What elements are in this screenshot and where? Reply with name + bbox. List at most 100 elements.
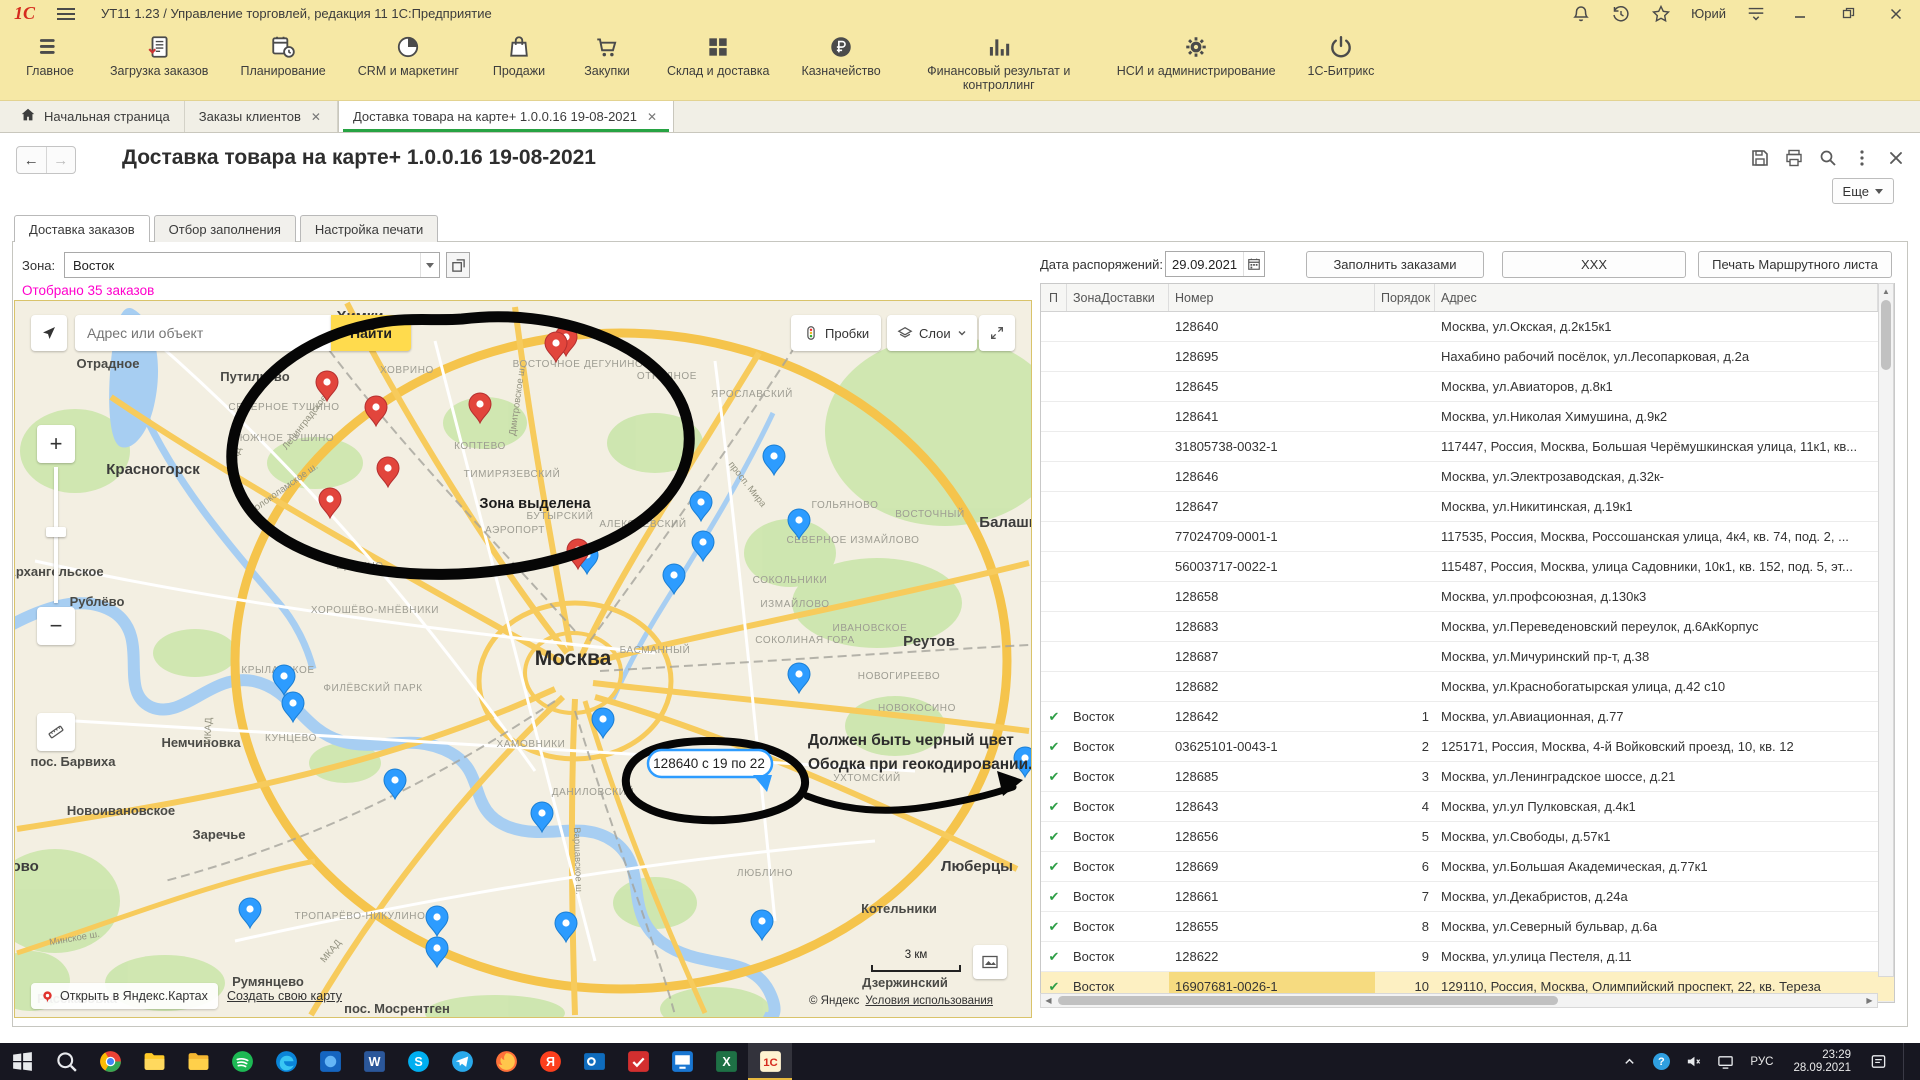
horizontal-scrollbar[interactable]: ◀ ▶ bbox=[1040, 993, 1878, 1008]
zone-open-button[interactable] bbox=[446, 252, 470, 278]
yandex-icon[interactable]: Я bbox=[528, 1043, 572, 1080]
chrome-icon[interactable] bbox=[88, 1043, 132, 1080]
ribbon-item-pie[interactable]: CRM и маркетинг bbox=[342, 27, 475, 80]
scroll-right-icon[interactable]: ▶ bbox=[1862, 996, 1877, 1005]
ribbon-item-chart[interactable]: Финансовый результат и контроллинг bbox=[897, 27, 1101, 94]
panorama-icon[interactable] bbox=[973, 945, 1007, 979]
column-header[interactable]: Порядок bbox=[1375, 284, 1435, 311]
word-icon[interactable]: W bbox=[352, 1043, 396, 1080]
map-search-input[interactable] bbox=[75, 325, 331, 341]
notifications-bell-icon[interactable] bbox=[1571, 4, 1591, 24]
ribbon-item-boxes[interactable]: Склад и доставка bbox=[651, 27, 785, 80]
table-row[interactable]: ✔Восток1286696Москва, ул.Большая Академи… bbox=[1041, 852, 1894, 882]
zoom-slider-handle[interactable] bbox=[46, 527, 66, 537]
form-tab[interactable]: Настройка печати bbox=[300, 215, 438, 242]
table-row[interactable]: ✔Восток1286558Москва, ул.Северный бульва… bbox=[1041, 912, 1894, 942]
edge-icon[interactable] bbox=[264, 1043, 308, 1080]
search-form-icon[interactable] bbox=[1818, 148, 1838, 168]
ribbon-item-power[interactable]: 1С-Битрикс bbox=[1292, 27, 1391, 80]
scroll-left-icon[interactable]: ◀ bbox=[1041, 996, 1056, 1005]
zoom-in-button[interactable]: + bbox=[37, 425, 75, 463]
taskbar-clock[interactable]: 23:2928.09.2021 bbox=[1787, 1049, 1857, 1075]
open-in-yandex-link[interactable]: Открыть в Яндекс.Картах bbox=[31, 983, 218, 1009]
close-tab-icon[interactable]: ✕ bbox=[645, 108, 659, 126]
onec-icon[interactable]: 1С bbox=[748, 1043, 792, 1080]
action-center-icon[interactable] bbox=[1867, 1051, 1889, 1073]
column-header[interactable]: П bbox=[1041, 284, 1067, 311]
network-icon[interactable] bbox=[1714, 1051, 1736, 1073]
forward-button[interactable]: → bbox=[47, 147, 76, 173]
more-dots-icon[interactable] bbox=[1852, 148, 1872, 168]
photos-icon[interactable] bbox=[308, 1043, 352, 1080]
table-row[interactable]: 56003717-0022-1115487, Россия, Москва, у… bbox=[1041, 552, 1894, 582]
vertical-scrollbar[interactable]: ▲ bbox=[1878, 283, 1894, 977]
back-button[interactable]: ← bbox=[17, 147, 47, 173]
form-tab[interactable]: Доставка заказов bbox=[14, 215, 150, 242]
column-header[interactable]: ЗонаДоставки bbox=[1067, 284, 1169, 311]
excel-icon[interactable]: X bbox=[704, 1043, 748, 1080]
table-row[interactable]: 128682Москва, ул.Краснобогатырская улица… bbox=[1041, 672, 1894, 702]
more-button[interactable]: Еще bbox=[1832, 178, 1894, 204]
close-tab-icon[interactable]: ✕ bbox=[309, 108, 323, 126]
yandex-map[interactable]: МоскваХимкиКрасногорскРеутовЛюберцыБалаш… bbox=[14, 300, 1032, 1018]
ribbon-item-ruble[interactable]: Казначейство bbox=[785, 27, 896, 80]
create-map-link[interactable]: Создать свою карту bbox=[227, 989, 342, 1003]
current-user[interactable]: Юрий bbox=[1691, 6, 1726, 21]
table-row[interactable]: ✔Восток1286853Москва, ул.Ленинградское ш… bbox=[1041, 762, 1894, 792]
window-tab[interactable]: Доставка товара на карте+ 1.0.0.16 19-08… bbox=[338, 101, 674, 132]
ribbon-item-cart[interactable]: Закупки bbox=[563, 27, 651, 80]
traffic-button[interactable]: Пробки bbox=[791, 315, 881, 351]
zone-input[interactable] bbox=[65, 258, 420, 273]
table-row[interactable]: ✔Восток1286617Москва, ул.Декабристов, д.… bbox=[1041, 882, 1894, 912]
volume-icon[interactable] bbox=[1682, 1051, 1704, 1073]
table-row[interactable]: 128641Москва, ул.Николая Химушина, д.9к2 bbox=[1041, 402, 1894, 432]
map-find-button[interactable]: Найти bbox=[331, 315, 411, 351]
window-tab[interactable]: Заказы клиентов✕ bbox=[185, 101, 338, 132]
table-row[interactable]: 128683Москва, ул.Переведеновский переуло… bbox=[1041, 612, 1894, 642]
table-row[interactable]: 128645Москва, ул.Авиаторов, д.8к1 bbox=[1041, 372, 1894, 402]
geolocation-button[interactable] bbox=[31, 315, 67, 351]
table-row[interactable]: 77024709-0001-1117535, Россия, Москва, Р… bbox=[1041, 522, 1894, 552]
fill-orders-button[interactable]: Заполнить заказами bbox=[1306, 251, 1484, 278]
fullscreen-button[interactable] bbox=[979, 315, 1015, 351]
close-form-icon[interactable] bbox=[1886, 148, 1906, 168]
window-tab-home[interactable]: Начальная страница bbox=[6, 101, 185, 132]
table-row[interactable]: ✔Восток1286229Москва, ул.улица Пестеля, … bbox=[1041, 942, 1894, 972]
close-window-button[interactable] bbox=[1882, 4, 1910, 24]
table-row[interactable]: 128640Москва, ул.Окская, д.2к15к1 bbox=[1041, 312, 1894, 342]
table-row[interactable]: 128647Москва, ул.Никитинская, д.19к1 bbox=[1041, 492, 1894, 522]
ribbon-item-planning[interactable]: Планирование bbox=[224, 27, 341, 80]
zoom-out-button[interactable]: − bbox=[37, 607, 75, 645]
ribbon-item-menu[interactable]: Главное bbox=[6, 27, 94, 80]
xxx-button[interactable]: XXX bbox=[1502, 251, 1686, 278]
outlook-icon[interactable] bbox=[572, 1043, 616, 1080]
layers-button[interactable]: Слои bbox=[887, 315, 977, 351]
ruler-button[interactable] bbox=[37, 713, 75, 751]
telegram-icon[interactable] bbox=[440, 1043, 484, 1080]
restore-button[interactable] bbox=[1834, 4, 1862, 24]
scroll-up-icon[interactable]: ▲ bbox=[1879, 284, 1893, 299]
form-tab[interactable]: Отбор заполнения bbox=[154, 215, 296, 242]
ribbon-item-gear[interactable]: НСИ и администрирование bbox=[1101, 27, 1292, 80]
taskbar-search-icon[interactable] bbox=[44, 1043, 88, 1080]
language-indicator[interactable]: РУС bbox=[1746, 1056, 1777, 1068]
map-search-box[interactable] bbox=[75, 315, 331, 351]
table-row[interactable]: ✔Восток1286434Москва, ул.ул Пулковская, … bbox=[1041, 792, 1894, 822]
horizontal-scroll-thumb[interactable] bbox=[1058, 996, 1558, 1005]
orders-date-input[interactable] bbox=[1166, 257, 1243, 272]
print-icon[interactable] bbox=[1784, 148, 1804, 168]
vertical-scroll-thumb[interactable] bbox=[1881, 300, 1891, 370]
history-icon[interactable] bbox=[1611, 4, 1631, 24]
column-header[interactable]: Номер bbox=[1169, 284, 1375, 311]
ribbon-item-orders[interactable]: Загрузка заказов bbox=[94, 27, 224, 80]
greenapp-icon[interactable] bbox=[220, 1043, 264, 1080]
table-row[interactable]: 128695Нахабино рабочий посёлок, ул.Лесоп… bbox=[1041, 342, 1894, 372]
orders-date-field[interactable] bbox=[1165, 251, 1265, 277]
terms-link[interactable]: Условия использования bbox=[865, 995, 993, 1007]
minimize-button[interactable] bbox=[1786, 4, 1814, 24]
table-row[interactable]: 128687Москва, ул.Мичуринский пр-т, д.38 bbox=[1041, 642, 1894, 672]
help-icon[interactable]: ? bbox=[1650, 1051, 1672, 1073]
tray-chevron-up-icon[interactable] bbox=[1618, 1051, 1640, 1073]
save-icon[interactable] bbox=[1750, 148, 1770, 168]
start-button[interactable] bbox=[0, 1043, 44, 1080]
